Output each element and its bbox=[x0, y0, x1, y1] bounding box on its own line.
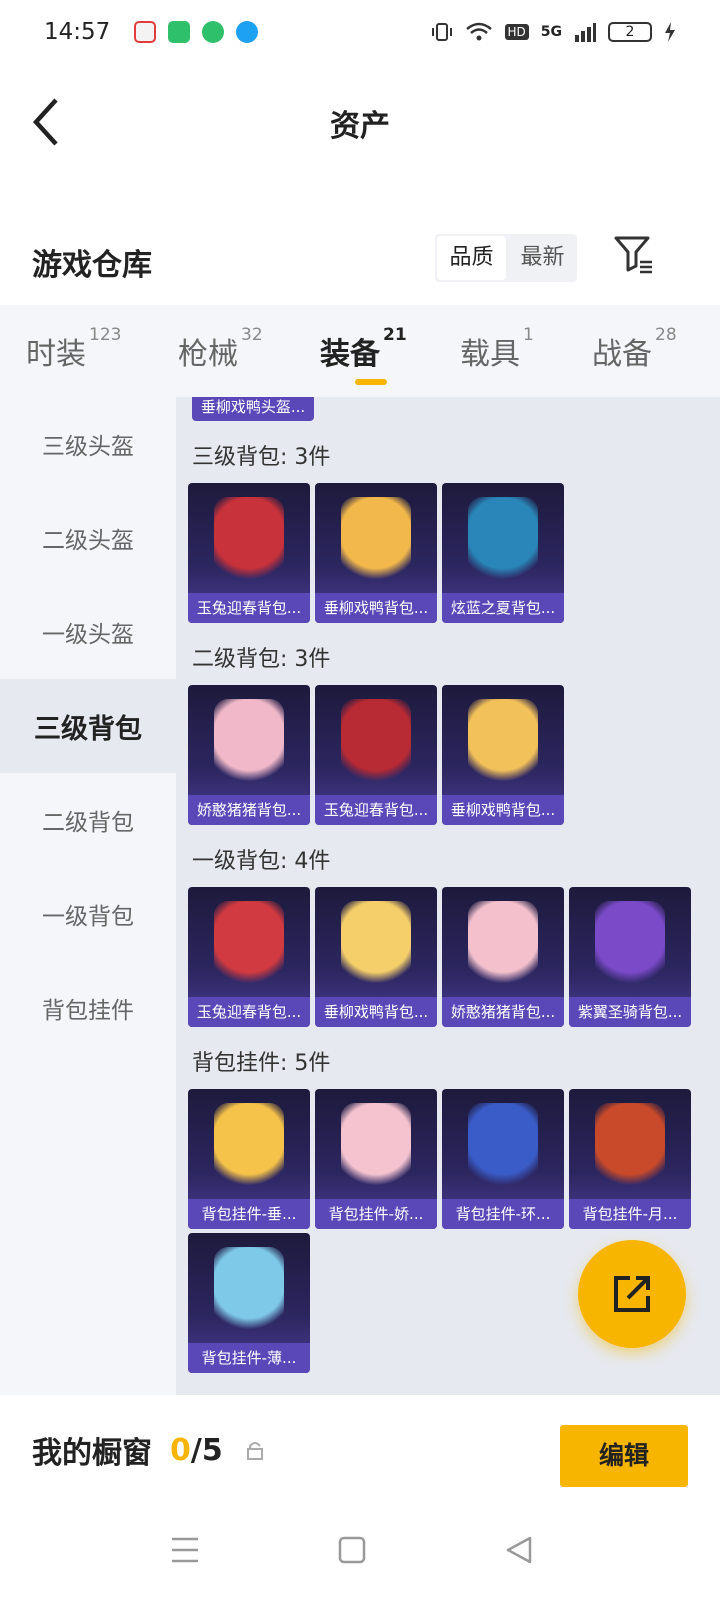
edit-button[interactable]: 编辑 bbox=[560, 1425, 688, 1487]
tab-weapons[interactable]: 枪械32 bbox=[178, 325, 263, 373]
item-label: 玉兔迎春背包... bbox=[315, 795, 437, 825]
page-title: 资产 bbox=[330, 109, 390, 144]
section-title: 背包挂件: 5件 bbox=[192, 1051, 331, 1076]
subcategory-sidebar: 三级头盔 二级头盔 一级头盔 三级背包 二级背包 一级背包 背包挂件 bbox=[0, 397, 176, 1395]
sort-option-newest[interactable]: 最新 bbox=[508, 236, 577, 280]
backpack-image bbox=[468, 497, 538, 587]
subcategory-level1-helmet[interactable]: 一级头盔 bbox=[0, 585, 176, 679]
backpack-image bbox=[468, 901, 538, 991]
item-card[interactable]: 背包挂件-垂... bbox=[188, 1089, 310, 1229]
item-label: 紫翼圣骑背包... bbox=[569, 997, 691, 1027]
filter-icon[interactable] bbox=[614, 234, 654, 274]
charm-image bbox=[341, 1103, 411, 1193]
chat-notification-icon bbox=[202, 21, 225, 43]
item-card[interactable]: 背包挂件-月... bbox=[569, 1089, 691, 1229]
subcategory-level2-backpack[interactable]: 二级背包 bbox=[0, 773, 176, 867]
backpack-image bbox=[214, 901, 284, 991]
charm-image bbox=[468, 1103, 538, 1193]
backpack-image bbox=[341, 699, 411, 789]
battery-icon: 2 bbox=[608, 22, 652, 42]
item-label: 背包挂件-月... bbox=[569, 1199, 691, 1229]
partial-item-card[interactable]: 垂柳戏鸭头盔... bbox=[192, 397, 314, 421]
section-title: 三级背包: 3件 bbox=[192, 445, 331, 470]
subcategory-level2-helmet[interactable]: 二级头盔 bbox=[0, 491, 176, 585]
phone-notification-icon bbox=[168, 21, 191, 43]
share-button[interactable] bbox=[578, 1240, 686, 1348]
item-label: 垂柳戏鸭背包... bbox=[315, 593, 437, 623]
item-card[interactable]: 垂柳戏鸭背包... bbox=[315, 483, 437, 623]
item-card[interactable]: 背包挂件-薄... bbox=[188, 1233, 310, 1373]
item-card[interactable]: 垂柳戏鸭背包... bbox=[442, 685, 564, 825]
item-label: 娇憨猪猪背包... bbox=[442, 997, 564, 1027]
item-label: 垂柳戏鸭背包... bbox=[315, 997, 437, 1027]
hd-badge: HD bbox=[504, 24, 529, 40]
item-label: 背包挂件-娇... bbox=[315, 1199, 437, 1229]
active-tab-indicator bbox=[355, 379, 387, 385]
qq-notification-icon bbox=[236, 21, 259, 43]
backpack-image bbox=[341, 497, 411, 587]
item-card[interactable]: 娇憨猪猪背包... bbox=[188, 685, 310, 825]
charm-image bbox=[214, 1247, 284, 1337]
notification-icons bbox=[134, 21, 259, 43]
backpack-image bbox=[214, 699, 284, 789]
status-bar: 14:57 HD 5G 2 bbox=[0, 0, 720, 64]
backpack-image bbox=[341, 901, 411, 991]
item-card[interactable]: 垂柳戏鸭背包... bbox=[315, 887, 437, 1027]
status-time: 14:57 bbox=[44, 19, 111, 45]
wifi-icon bbox=[465, 22, 492, 41]
item-card[interactable]: 紫翼圣骑背包... bbox=[569, 887, 691, 1027]
tab-vehicles[interactable]: 载具1 bbox=[460, 325, 534, 373]
subcategory-level3-helmet[interactable]: 三级头盔 bbox=[0, 397, 176, 491]
home-square-icon[interactable] bbox=[335, 1533, 369, 1567]
backpack-image bbox=[595, 901, 665, 991]
item-label: 娇憨猪猪背包... bbox=[188, 795, 310, 825]
section-title: 一级背包: 4件 bbox=[192, 849, 331, 874]
item-card[interactable]: 玉兔迎春背包... bbox=[315, 685, 437, 825]
share-export-icon bbox=[614, 1276, 650, 1312]
item-card[interactable]: 玉兔迎春背包... bbox=[188, 483, 310, 623]
menu-icon[interactable] bbox=[168, 1533, 202, 1567]
system-nav-bar bbox=[0, 1505, 720, 1600]
lock-icon bbox=[246, 1442, 263, 1460]
vibrate-icon bbox=[431, 23, 452, 41]
backpack-image bbox=[214, 497, 284, 587]
sort-toggle: 品质 最新 bbox=[435, 234, 577, 282]
item-card[interactable]: 炫蓝之夏背包... bbox=[442, 483, 564, 623]
map-notification-icon bbox=[134, 21, 157, 43]
tab-combat-gear[interactable]: 战备28 bbox=[592, 325, 677, 373]
showcase-count: 0/5 bbox=[170, 1432, 223, 1468]
backpack-image bbox=[468, 699, 538, 789]
back-arrow-icon[interactable] bbox=[28, 94, 64, 150]
subcategory-backpack-charm[interactable]: 背包挂件 bbox=[0, 961, 176, 1055]
section-title: 二级背包: 3件 bbox=[192, 647, 331, 672]
item-card[interactable]: 背包挂件-娇... bbox=[315, 1089, 437, 1229]
category-tabs: 时装123 枪械32 装备21 载具1 战备28 bbox=[0, 305, 720, 397]
item-label: 背包挂件-垂... bbox=[188, 1199, 310, 1229]
back-triangle-icon[interactable] bbox=[502, 1533, 536, 1567]
item-card[interactable]: 背包挂件-环... bbox=[442, 1089, 564, 1229]
item-label: 玉兔迎春背包... bbox=[188, 593, 310, 623]
item-card[interactable]: 玉兔迎春背包... bbox=[188, 887, 310, 1027]
warehouse-header: 游戏仓库 品质 最新 bbox=[0, 224, 720, 300]
charging-icon bbox=[665, 22, 675, 42]
header: 资产 bbox=[0, 64, 720, 182]
item-label: 玉兔迎春背包... bbox=[188, 997, 310, 1027]
warehouse-title: 游戏仓库 bbox=[32, 248, 152, 283]
network-label: 5G bbox=[540, 24, 562, 40]
charm-image bbox=[214, 1103, 284, 1193]
showcase-bar: 我的橱窗 0/5 编辑 bbox=[0, 1395, 720, 1505]
signal-icon bbox=[575, 23, 596, 42]
item-label: 垂柳戏鸭背包... bbox=[442, 795, 564, 825]
item-card[interactable]: 娇憨猪猪背包... bbox=[442, 887, 564, 1027]
showcase-label: 我的橱窗 bbox=[32, 1436, 152, 1471]
subcategory-level1-backpack[interactable]: 一级背包 bbox=[0, 867, 176, 961]
item-label: 炫蓝之夏背包... bbox=[442, 593, 564, 623]
subcategory-level3-backpack[interactable]: 三级背包 bbox=[0, 679, 176, 773]
sort-option-quality[interactable]: 品质 bbox=[437, 236, 506, 280]
tab-equipment[interactable]: 装备21 bbox=[320, 325, 407, 373]
tab-fashion[interactable]: 时装123 bbox=[26, 325, 121, 373]
item-label: 背包挂件-薄... bbox=[188, 1343, 310, 1373]
charm-image bbox=[595, 1103, 665, 1193]
item-label: 背包挂件-环... bbox=[442, 1199, 564, 1229]
